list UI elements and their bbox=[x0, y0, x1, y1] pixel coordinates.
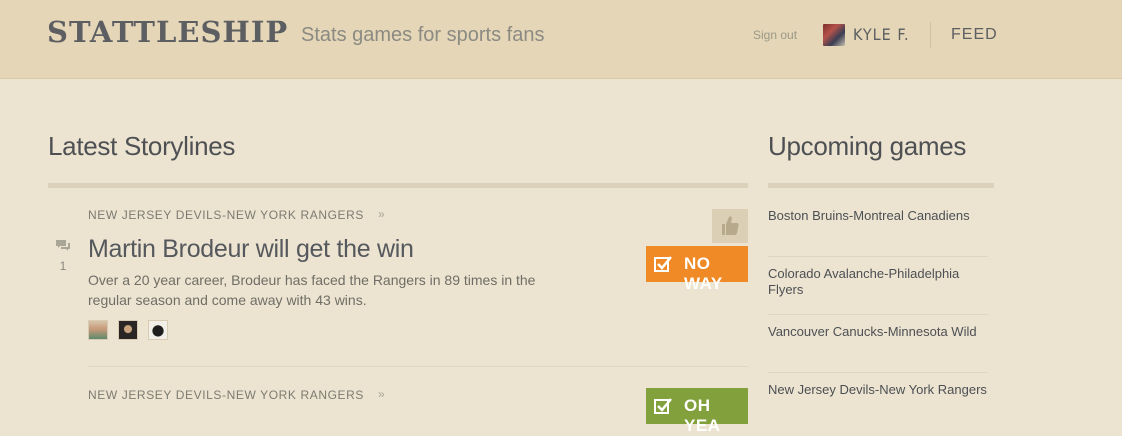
checkbox-check-icon bbox=[654, 398, 672, 414]
upcoming-rule bbox=[768, 183, 994, 188]
user-name-link[interactable]: KYLE F. bbox=[853, 24, 910, 46]
participant-avatar[interactable] bbox=[118, 320, 138, 340]
user-avatar[interactable] bbox=[823, 24, 845, 46]
chevron-right-icon: » bbox=[378, 207, 385, 221]
storylines-heading: Latest Storylines bbox=[48, 131, 236, 161]
chevron-right-icon: » bbox=[378, 387, 385, 401]
game-divider bbox=[768, 372, 988, 373]
upcoming-game-link[interactable]: Boston Bruins-Montreal Canadiens bbox=[768, 208, 988, 224]
story-title[interactable]: Martin Brodeur will get the win bbox=[88, 233, 414, 265]
feed-link[interactable]: FEED bbox=[951, 24, 998, 46]
storylines-rule bbox=[48, 183, 748, 188]
thumbs-up-button[interactable] bbox=[712, 209, 748, 243]
thumbs-up-icon bbox=[722, 216, 739, 235]
upcoming-game-link[interactable]: New Jersey Devils-New York Rangers bbox=[768, 382, 988, 398]
vote-no-way-button[interactable]: NO WAY bbox=[646, 246, 748, 293]
story-divider bbox=[88, 366, 748, 367]
vote-oh-yea-button[interactable]: OH YEA bbox=[646, 388, 748, 435]
upcoming-game-link[interactable]: Vancouver Canucks-Minnesota Wild bbox=[768, 324, 988, 340]
comment-count: 1 bbox=[59, 259, 67, 273]
site-header: STATTLESHIP Stats games for sports fans … bbox=[0, 0, 1122, 79]
game-divider bbox=[768, 314, 988, 315]
story-category-link[interactable]: NEW JERSEY DEVILS-NEW YORK RANGERS bbox=[88, 207, 364, 223]
checkbox-check-icon bbox=[654, 256, 672, 272]
upcoming-game-link[interactable]: Colorado Avalanche-Philadelphia Flyers bbox=[768, 266, 988, 298]
site-tagline: Stats games for sports fans bbox=[301, 24, 545, 46]
vote-label: OH YEA bbox=[684, 396, 721, 435]
sign-out-link[interactable]: Sign out bbox=[753, 27, 797, 43]
story-category-link[interactable]: NEW JERSEY DEVILS-NEW YORK RANGERS bbox=[88, 387, 364, 403]
game-divider bbox=[768, 256, 988, 257]
vote-label: NO WAY bbox=[684, 254, 723, 293]
upcoming-heading: Upcoming games bbox=[768, 131, 967, 161]
participant-avatar[interactable] bbox=[148, 320, 168, 340]
header-divider bbox=[930, 22, 931, 48]
comment-icon[interactable] bbox=[55, 239, 71, 253]
participant-avatar[interactable] bbox=[88, 320, 108, 340]
site-logo[interactable]: STATTLESHIP bbox=[47, 14, 288, 50]
story-description: Over a 20 year career, Brodeur has faced… bbox=[88, 272, 536, 308]
